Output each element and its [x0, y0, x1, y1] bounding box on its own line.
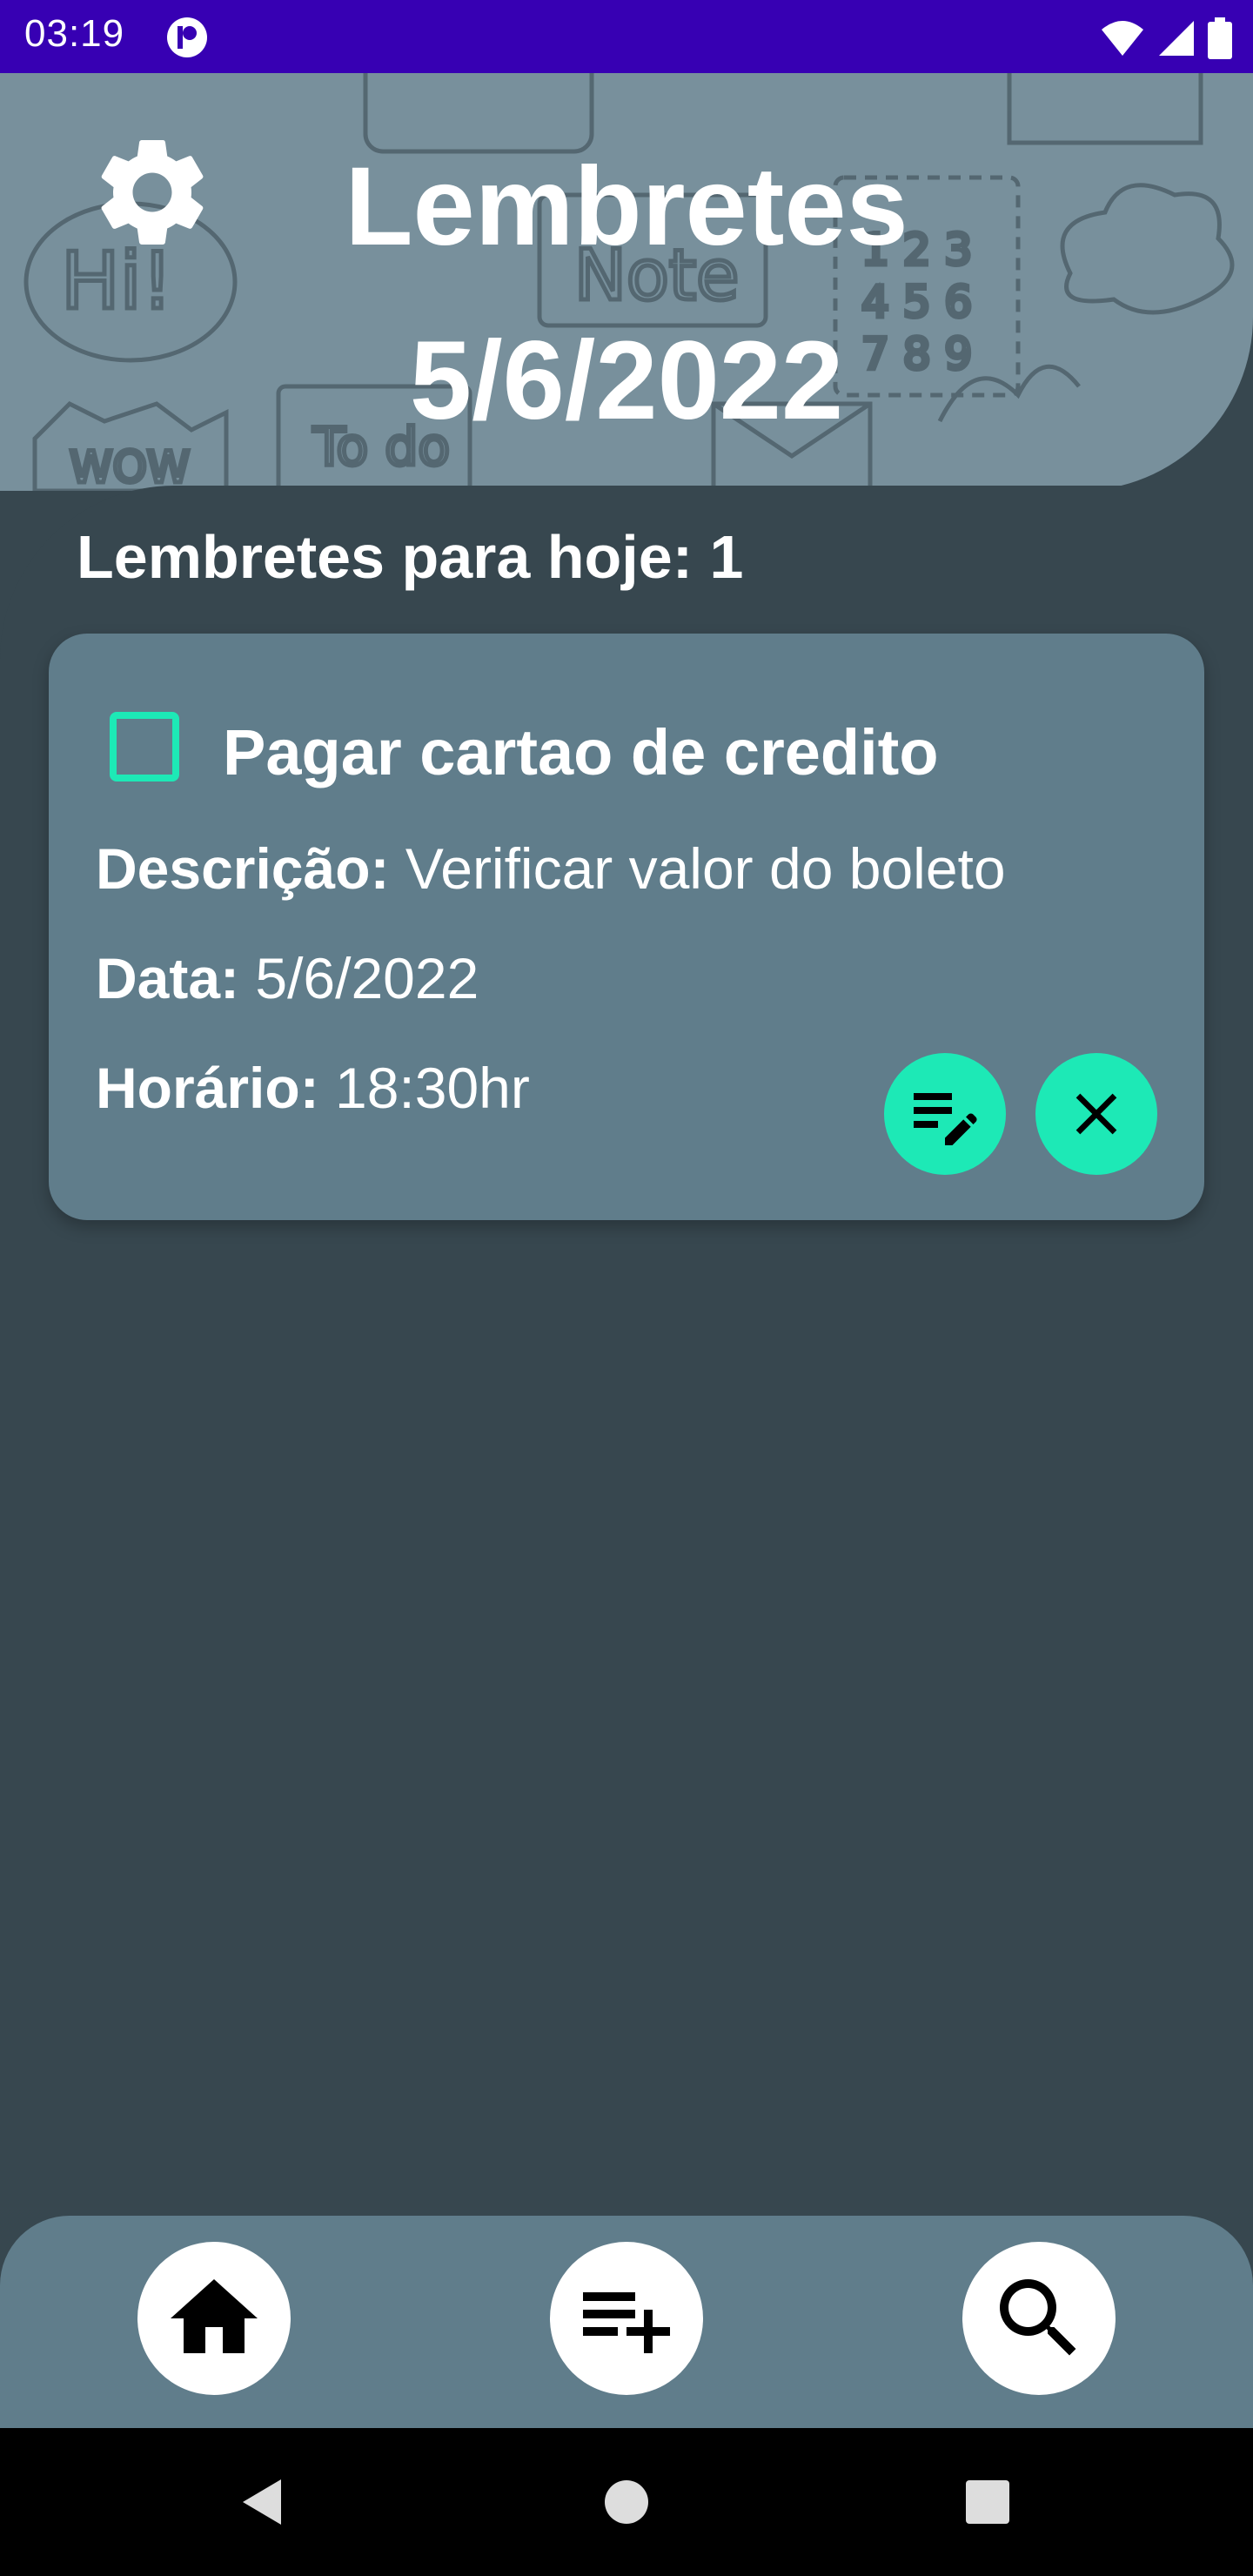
- reminder-checkbox[interactable]: [110, 712, 179, 782]
- playlist-add-icon: [583, 2292, 670, 2353]
- reminder-description: Descrição: Verificar valor do boleto: [96, 835, 1006, 902]
- status-bar: 03:19: [0, 0, 1253, 73]
- date-value: 5/6/2022: [239, 946, 479, 1010]
- nav-home-button[interactable]: [137, 2242, 291, 2395]
- home-system-button[interactable]: [587, 2463, 666, 2541]
- recents-button[interactable]: [948, 2463, 1027, 2541]
- date-label: Data:: [96, 946, 240, 1010]
- nav-search-button[interactable]: [962, 2242, 1116, 2395]
- header: Hi! Note 1 2 3 4 5 6 7 8 9 To do WOW Lem…: [0, 73, 1253, 491]
- svg-text:WOW: WOW: [70, 442, 190, 491]
- delete-reminder-button[interactable]: [1035, 1053, 1157, 1175]
- edit-reminder-button[interactable]: [884, 1053, 1006, 1175]
- edit-note-icon: [914, 1093, 977, 1145]
- battery-icon: [1208, 17, 1232, 64]
- status-time: 03:19: [24, 12, 125, 55]
- search-icon: [1000, 2279, 1076, 2356]
- back-button[interactable]: [224, 2463, 303, 2541]
- back-icon: [243, 2479, 281, 2525]
- reminder-card[interactable]: Pagar cartao de credito Descrição: Verif…: [49, 634, 1204, 1220]
- reminder-title: Pagar cartao de credito: [223, 716, 939, 788]
- reminder-date: Data: 5/6/2022: [96, 945, 479, 1011]
- svg-text:4 5 6: 4 5 6: [861, 277, 972, 327]
- signal-icon: [1157, 19, 1196, 62]
- wifi-icon: [1100, 19, 1145, 62]
- reminder-time: Horário: 18:30hr: [96, 1055, 530, 1121]
- recents-icon: [966, 2480, 1009, 2524]
- header-date: 5/6/2022: [409, 319, 844, 443]
- time-value: 18:30hr: [318, 1056, 530, 1120]
- app-notification-icon: [165, 16, 209, 59]
- description-label: Descrição:: [96, 836, 390, 901]
- home-circle-icon: [605, 2480, 648, 2524]
- system-navigation-bar: [0, 2428, 1253, 2576]
- description-value: Verificar valor do boleto: [389, 836, 1006, 901]
- page-title: Lembretes: [345, 144, 908, 269]
- time-label: Horário:: [96, 1056, 319, 1120]
- nav-add-reminder-button[interactable]: [550, 2242, 703, 2395]
- today-count-label: Lembretes para hoje: 1: [77, 523, 744, 591]
- bottom-navigation: [0, 2216, 1253, 2428]
- close-icon: [1075, 1093, 1117, 1135]
- home-icon: [171, 2279, 258, 2353]
